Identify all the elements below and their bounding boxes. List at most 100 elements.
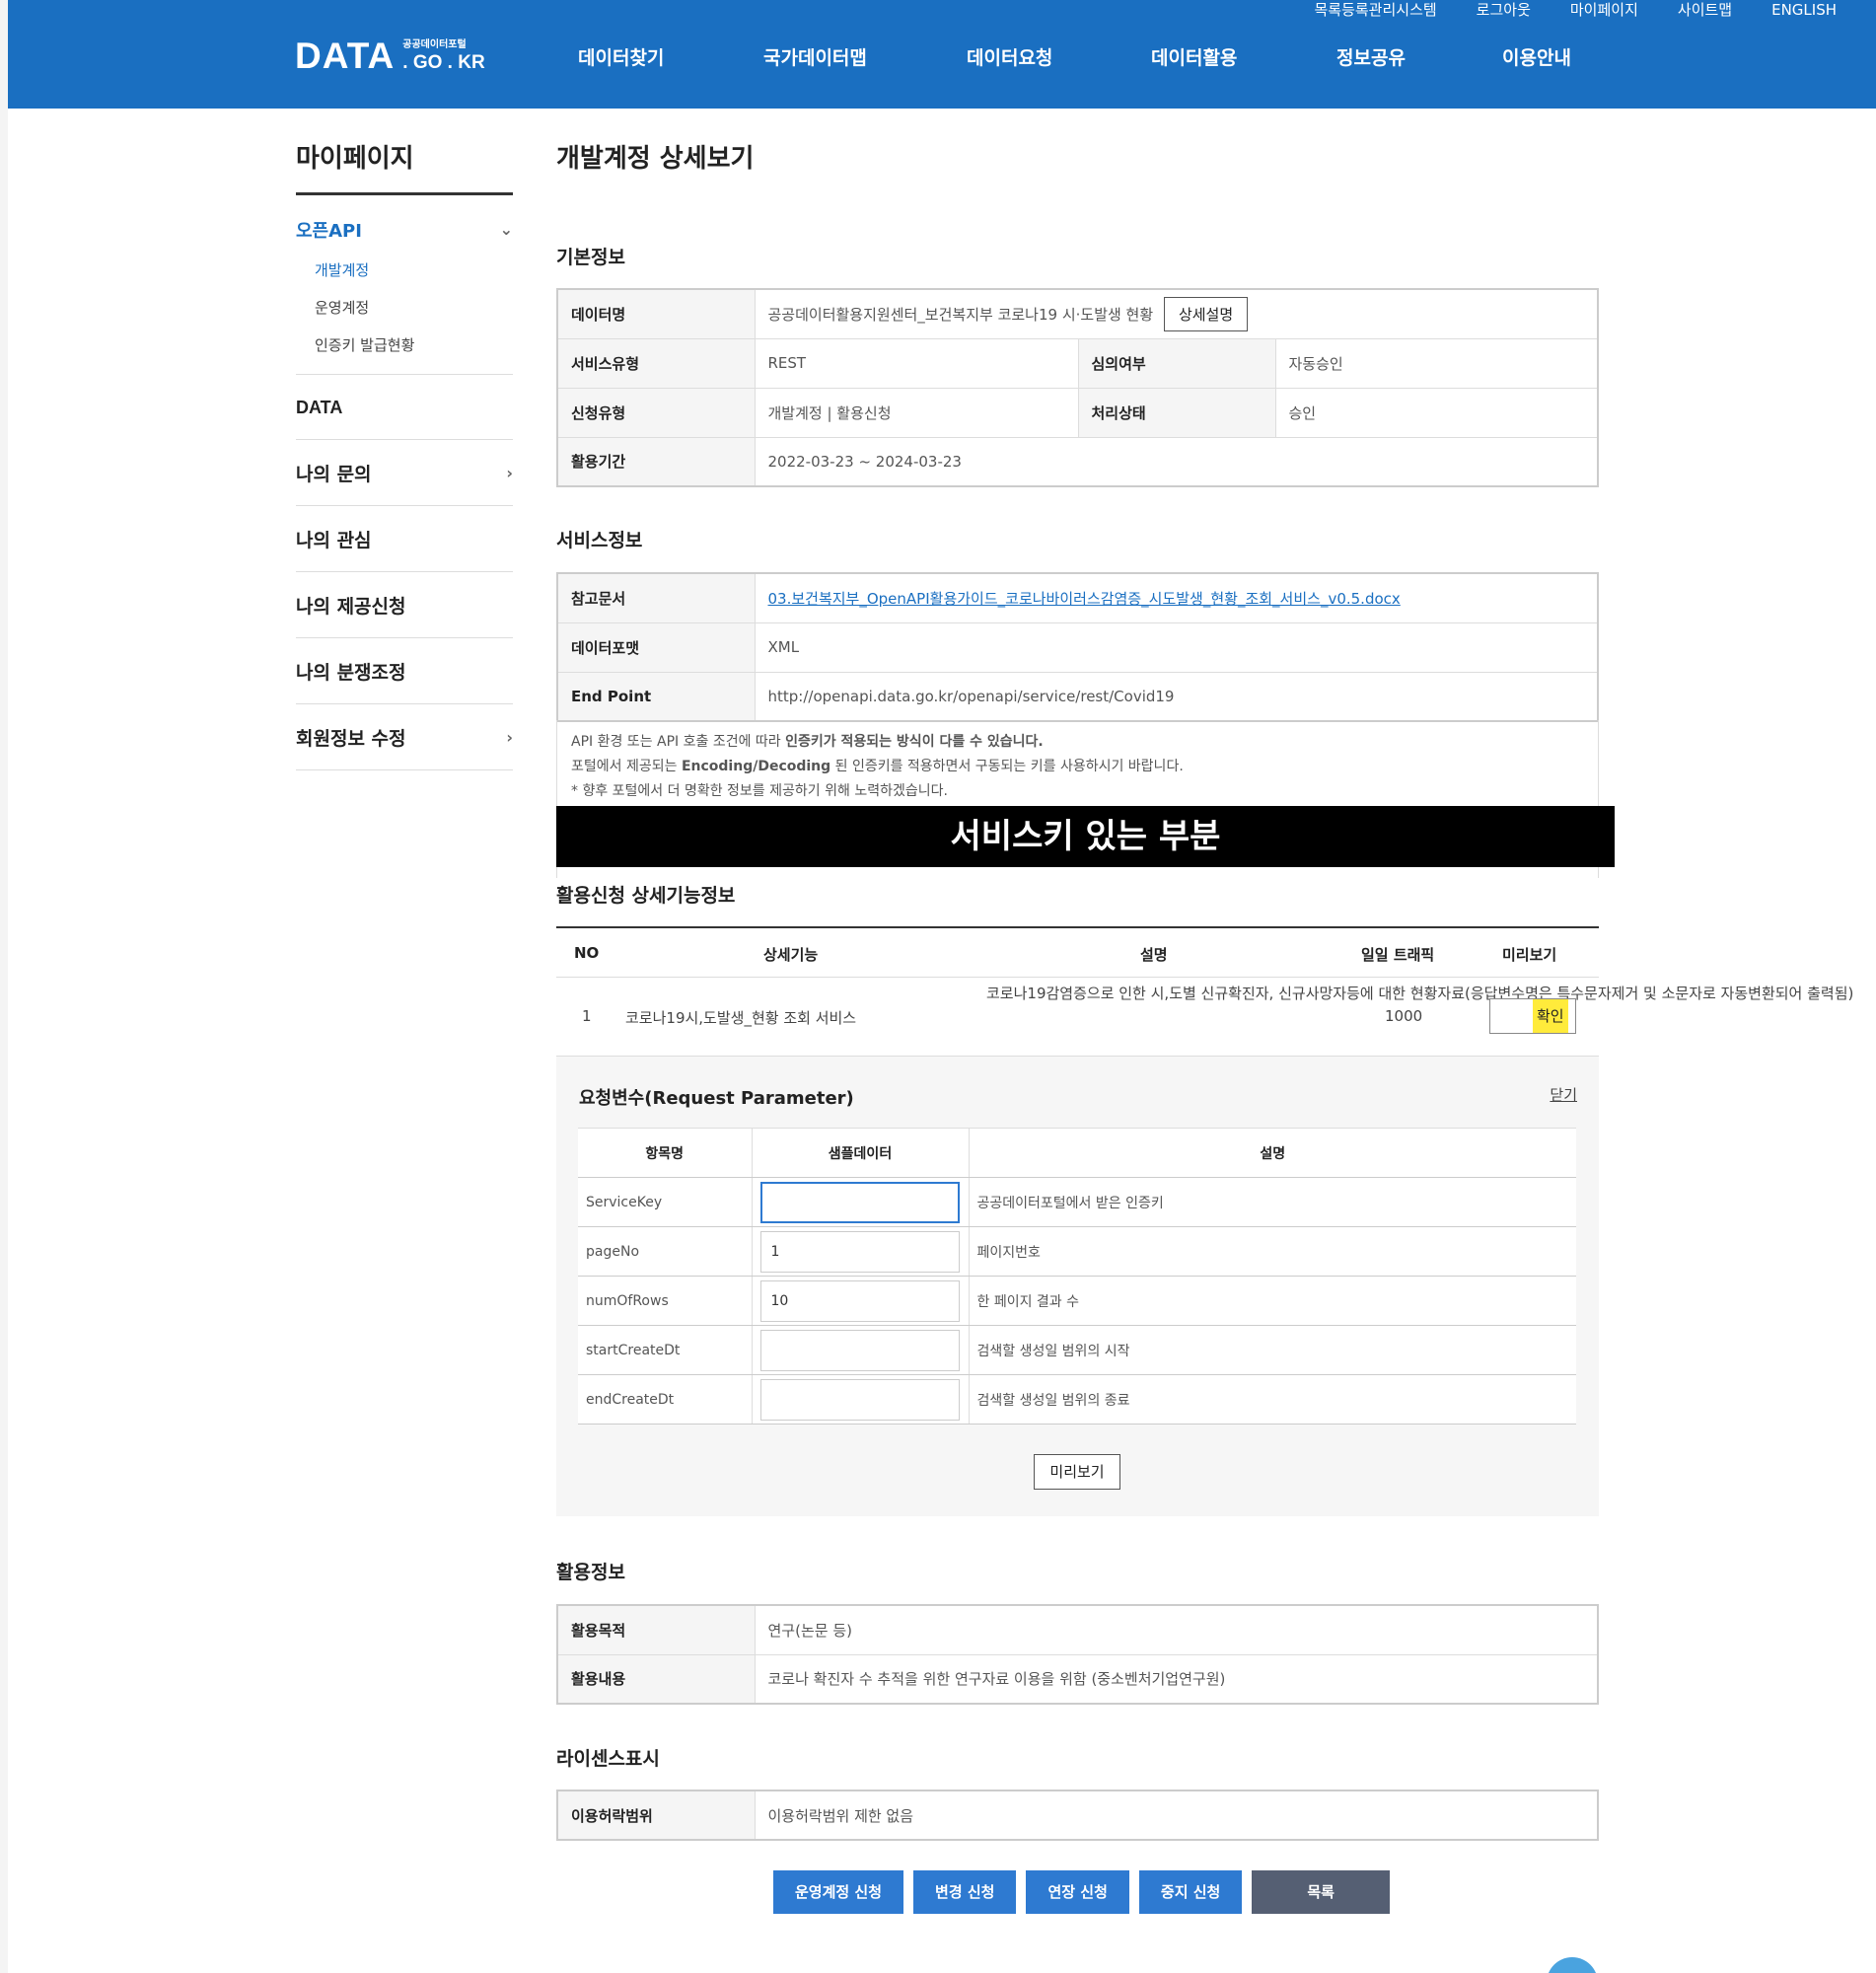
preview-button[interactable]: 미리보기 — [1034, 1454, 1120, 1490]
label-apply-type: 신청유형 — [556, 387, 756, 438]
startcreatedt-input[interactable] — [759, 1329, 960, 1371]
function-name: 코로나19시,도발생_현황 조회 서비스 — [625, 1009, 857, 1027]
table-row: endCreateDt 검색할 생성일 범위의 종료 — [578, 1374, 1576, 1425]
nav-guide[interactable]: 이용안내 — [1502, 43, 1571, 70]
section-title-license: 라이센스표시 — [556, 1748, 660, 1770]
scroll-top-button[interactable] — [1547, 1957, 1598, 1973]
param-desc: 페이지번호 — [969, 1226, 1576, 1277]
label-review: 심의여부 — [1077, 337, 1276, 389]
label-data-format: 데이터포맷 — [556, 621, 756, 673]
label-purpose: 활용목적 — [556, 1604, 756, 1655]
value-purpose: 연구(논문 등) — [754, 1604, 1599, 1655]
value-data-format: XML — [754, 621, 1599, 673]
util-link-logout[interactable]: 로그아웃 — [1477, 0, 1531, 20]
util-link-english[interactable]: ENGLISH — [1771, 0, 1837, 20]
function-traffic: 1000 — [1385, 1007, 1423, 1025]
main-nav: 데이터찾기 국가데이터맵 데이터요청 데이터활용 정보공유 이용안내 — [8, 43, 1876, 73]
numofrows-input[interactable] — [759, 1279, 960, 1322]
table-row: numOfRows 한 페이지 결과 수 — [578, 1276, 1576, 1326]
value-data-name: 공공데이터활용지원센터_보건복지부 코로나19 시·도발생 현황 — [767, 305, 1154, 324]
label-license-scope: 이용허락범위 — [556, 1790, 756, 1841]
util-link-catalog[interactable]: 목록등록관리시스템 — [1314, 0, 1436, 20]
left-edge-strip — [0, 0, 8, 1973]
nav-national-data-map[interactable]: 국가데이터맵 — [763, 43, 867, 70]
request-parameter-table: 항목명 샘플데이터 설명 ServiceKey 공공데이터포털에서 받은 인증키… — [578, 1128, 1576, 1425]
sidebar: 마이페이지 오픈API ⌄ 개발계정 운영계정 인증키 발급현황 DATA 나의… — [296, 138, 513, 770]
label-reference-doc: 참고문서 — [556, 572, 756, 623]
usage-info-table: 활용목적 연구(논문 등) 활용내용 코로나 확진자 수 추적을 위한 연구자료… — [556, 1604, 1599, 1705]
request-parameter-title: 요청변수(Request Parameter) — [579, 1088, 854, 1109]
service-info-table: 참고문서 03.보건복지부_OpenAPI활용가이드_코로나바이러스감염증_시도… — [556, 572, 1599, 722]
value-endpoint: http://openapi.data.go.kr/openapi/servic… — [754, 671, 1599, 722]
sidebar-sub-dev-account[interactable]: 개발계정 — [296, 252, 513, 289]
site-header: 목록등록관리시스템 로그아웃 마이페이지 사이트맵 ENGLISH DATA 공… — [8, 0, 1876, 109]
param-desc: 한 페이지 결과 수 — [969, 1276, 1576, 1326]
table-row: pageNo 페이지번호 — [578, 1226, 1576, 1277]
nav-info-share[interactable]: 정보공유 — [1336, 43, 1406, 70]
param-name: numOfRows — [578, 1276, 753, 1326]
sidebar-item-member-edit[interactable]: 회원정보 수정 › — [296, 704, 513, 770]
close-link[interactable]: 닫기 — [1550, 1084, 1577, 1105]
util-link-sitemap[interactable]: 사이트맵 — [1678, 0, 1732, 20]
basic-info-table: 데이터명 공공데이터활용지원센터_보건복지부 코로나19 시·도발생 현황 상세… — [556, 288, 1599, 487]
label-data-name: 데이터명 — [556, 288, 756, 339]
table-row: 1 코로나19시,도발생_현황 조회 서비스 코로나19감염증으로 인한 시,도… — [556, 978, 1854, 1057]
param-name: startCreateDt — [578, 1325, 753, 1375]
param-desc: 검색할 생성일 범위의 종료 — [969, 1374, 1576, 1425]
table-row: ServiceKey 공공데이터포털에서 받은 인증키 — [578, 1177, 1576, 1227]
extend-request-button[interactable]: 연장 신청 — [1026, 1870, 1129, 1914]
apply-ops-account-button[interactable]: 운영계정 신청 — [773, 1870, 904, 1914]
param-name: ServiceKey — [578, 1177, 753, 1227]
sidebar-item-my-inquiry[interactable]: 나의 문의 › — [296, 440, 513, 506]
function-no: 1 — [582, 1007, 592, 1025]
change-request-button[interactable]: 변경 신청 — [913, 1870, 1017, 1914]
value-review: 자동승인 — [1274, 337, 1599, 389]
param-desc: 공공데이터포털에서 받은 인증키 — [969, 1177, 1576, 1227]
sidebar-item-my-interest[interactable]: 나의 관심 — [296, 506, 513, 572]
sidebar-sub-key-status[interactable]: 인증키 발급현황 — [296, 327, 513, 364]
value-apply-type: 개발계정 | 활용신청 — [754, 387, 1079, 438]
value-status: 승인 — [1274, 387, 1599, 438]
value-license-scope: 이용허락범위 제한 없음 — [754, 1790, 1599, 1841]
section-title-usage: 활용정보 — [556, 1562, 625, 1583]
label-period: 활용기간 — [556, 436, 756, 487]
preview-confirm-button[interactable]: 확인 — [1489, 998, 1576, 1034]
label-status: 처리상태 — [1077, 387, 1276, 438]
table-row: startCreateDt 검색할 생성일 범위의 시작 — [578, 1325, 1576, 1375]
stop-request-button[interactable]: 중지 신청 — [1138, 1870, 1243, 1914]
section-title-service: 서비스정보 — [556, 530, 643, 551]
label-service-type: 서비스유형 — [556, 337, 756, 389]
request-parameter-panel: 요청변수(Request Parameter) 닫기 항목명 샘플데이터 설명 … — [556, 1057, 1599, 1516]
label-content: 활용내용 — [556, 1653, 756, 1705]
nav-data-search[interactable]: 데이터찾기 — [578, 43, 664, 70]
value-content: 코로나 확진자 수 추적을 위한 연구자료 이용을 위함 (중소벤처기업연구원) — [754, 1653, 1599, 1705]
chevron-right-icon: › — [506, 727, 513, 747]
section-title-functions: 활용신청 상세기능정보 — [556, 885, 736, 907]
value-service-type: REST — [754, 337, 1079, 389]
endcreatedt-input[interactable] — [759, 1378, 960, 1421]
util-link-mypage[interactable]: 마이페이지 — [1570, 0, 1638, 20]
sidebar-item-data[interactable]: DATA — [296, 375, 513, 440]
chevron-right-icon: › — [506, 463, 513, 482]
function-desc: 코로나19감염증으로 인한 시,도별 신규확진자, 신규사망자등에 대한 현황자… — [986, 985, 1854, 1002]
param-name: endCreateDt — [578, 1374, 753, 1425]
detail-description-button[interactable]: 상세설명 — [1163, 296, 1249, 331]
reference-doc-link[interactable]: 03.보건복지부_OpenAPI활용가이드_코로나바이러스감염증_시도발생_현황… — [768, 590, 1401, 608]
chevron-down-icon: ⌄ — [499, 220, 513, 239]
value-period: 2022-03-23 ~ 2024-03-23 — [754, 436, 1599, 487]
servicekey-input[interactable] — [759, 1181, 960, 1223]
label-endpoint: End Point — [556, 671, 756, 722]
license-info-table: 이용허락범위 이용허락범위 제한 없음 — [556, 1790, 1599, 1841]
sidebar-item-my-offer[interactable]: 나의 제공신청 — [296, 572, 513, 638]
sidebar-item-my-dispute[interactable]: 나의 분쟁조정 — [296, 638, 513, 704]
sidebar-item-openapi[interactable]: 오픈API ⌄ — [296, 207, 513, 252]
nav-data-usage[interactable]: 데이터활용 — [1151, 43, 1237, 70]
redaction-bar: 서비스키 있는 부분 — [556, 806, 1615, 867]
param-desc: 검색할 생성일 범위의 시작 — [969, 1325, 1576, 1375]
utility-links: 목록등록관리시스템 로그아웃 마이페이지 사이트맵 ENGLISH — [1314, 0, 1837, 20]
sidebar-sub-ops-account[interactable]: 운영계정 — [296, 289, 513, 327]
pageno-input[interactable] — [759, 1230, 960, 1273]
list-button[interactable]: 목록 — [1252, 1870, 1390, 1914]
nav-data-request[interactable]: 데이터요청 — [967, 43, 1052, 70]
functions-table-header: NO 상세기능 설명 일일 트래픽 미리보기 — [556, 926, 1599, 978]
